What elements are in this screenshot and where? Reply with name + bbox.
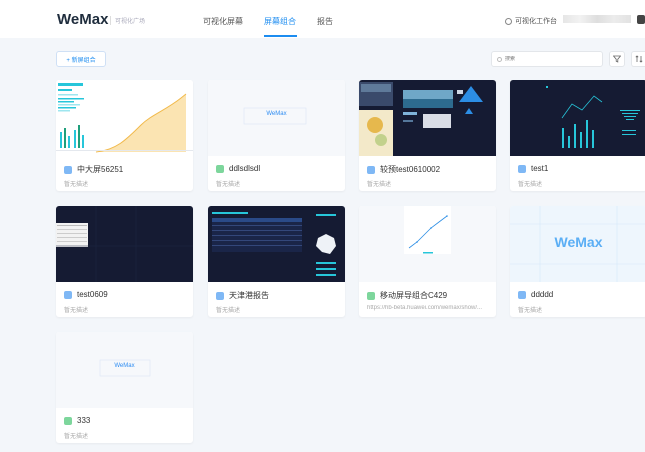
card-title-row: ddlsdlsdl (216, 164, 260, 173)
new-combo-button[interactable]: + 新屏组合 (56, 51, 106, 67)
workspace-label: 可视化工作台 (515, 18, 557, 25)
combo-card[interactable]: test1 暂无描述 (510, 80, 645, 191)
card-title[interactable]: test1 (531, 164, 548, 173)
screen-type-icon (518, 290, 526, 299)
card-description: https://hb-beta.huawei.com/wemax/show/..… (367, 305, 483, 311)
combo-type-icon (367, 291, 375, 300)
card-description: 暂无描述 (367, 182, 392, 188)
card-title[interactable]: 天津港报告 (229, 290, 269, 301)
card-thumbnail[interactable] (56, 206, 193, 282)
combo-card[interactable]: 移动屏导组合C429 https://hb-beta.huawei.com/we… (359, 206, 496, 317)
blurred-user-info (563, 15, 631, 23)
card-title[interactable]: test0609 (77, 290, 108, 299)
combo-card[interactable]: test0609 暂无描述 (56, 206, 193, 317)
card-title[interactable]: 较预test0610002 (380, 164, 440, 175)
card-title[interactable]: ddddd (531, 290, 553, 299)
card-title-row: 移动屏导组合C429 (367, 290, 447, 301)
screen-type-icon (367, 165, 375, 174)
combo-card[interactable]: WeMax ddlsdlsdl 暂无描述 (208, 80, 345, 191)
card-thumbnail[interactable] (208, 206, 345, 282)
search-input[interactable] (505, 56, 595, 62)
top-bar: WeMax 可视化广场 可视化屏幕 屏幕组合 报告 可视化工作台 (0, 0, 645, 38)
card-title[interactable]: 333 (77, 416, 90, 425)
nav-report[interactable]: 报告 (317, 16, 333, 27)
combo-card[interactable]: 较预test0610002 暂无描述 (359, 80, 496, 191)
card-description: 暂无描述 (64, 434, 89, 440)
filter-button[interactable] (609, 51, 625, 67)
combo-card[interactable]: WeMax 333 暂无描述 (56, 332, 193, 443)
search-icon (497, 56, 502, 62)
card-thumbnail[interactable] (56, 80, 193, 156)
card-description: 暂无描述 (518, 308, 543, 314)
card-thumbnail[interactable] (359, 80, 496, 156)
card-description: 暂无描述 (216, 308, 241, 314)
card-title[interactable]: 移动屏导组合C429 (380, 290, 447, 301)
card-description: 暂无描述 (64, 308, 89, 314)
card-title-row: 较预test0610002 (367, 164, 440, 175)
sort-button[interactable] (631, 51, 645, 67)
search-box[interactable] (491, 51, 603, 67)
card-title-row: ddddd (518, 290, 553, 299)
card-thumbnail[interactable] (359, 206, 496, 282)
thumbnail-logo: WeMax (266, 111, 287, 117)
combo-type-icon (216, 164, 224, 173)
card-thumbnail[interactable] (510, 80, 645, 156)
logo-subtitle[interactable]: 可视化广场 (110, 16, 145, 25)
screen-type-icon (64, 290, 72, 299)
card-thumbnail[interactable]: WeMax (510, 206, 645, 282)
sort-icon (635, 55, 642, 63)
card-thumbnail[interactable]: WeMax (208, 80, 345, 156)
filter-icon (613, 55, 621, 63)
card-title-row: 333 (64, 416, 90, 425)
combo-card[interactable]: WeMax ddddd 暂无描述 (510, 206, 645, 317)
card-title-row: 天津港报告 (216, 290, 269, 301)
screen-type-icon (216, 291, 224, 300)
combo-type-icon (64, 416, 72, 425)
workspace-link[interactable]: 可视化工作台 (505, 16, 557, 26)
card-title-row: test1 (518, 164, 548, 173)
card-title-row: 中大屏56251 (64, 164, 123, 175)
combo-card[interactable]: 中大屏56251 暂无描述 (56, 80, 193, 191)
screen-type-icon (64, 165, 72, 174)
nav-visual-screen[interactable]: 可视化屏幕 (203, 16, 243, 27)
thumbnail-logo: WeMax (114, 363, 135, 369)
card-title-row: test0609 (64, 290, 108, 299)
card-description: 暂无描述 (518, 182, 543, 188)
card-title[interactable]: ddlsdlsdl (229, 164, 260, 173)
combo-card[interactable]: 天津港报告 暂无描述 (208, 206, 345, 317)
logo[interactable]: WeMax (57, 11, 108, 28)
card-title[interactable]: 中大屏56251 (77, 164, 123, 175)
thumbnail-logo: WeMax (554, 234, 603, 250)
active-nav-indicator (264, 35, 297, 37)
card-description: 暂无描述 (216, 182, 241, 188)
user-avatar[interactable] (637, 15, 645, 24)
card-thumbnail[interactable]: WeMax (56, 332, 193, 408)
screen-type-icon (518, 164, 526, 173)
nav-screen-combo[interactable]: 屏幕组合 (264, 16, 296, 27)
workspace-icon (505, 17, 512, 25)
card-description: 暂无描述 (64, 182, 89, 188)
